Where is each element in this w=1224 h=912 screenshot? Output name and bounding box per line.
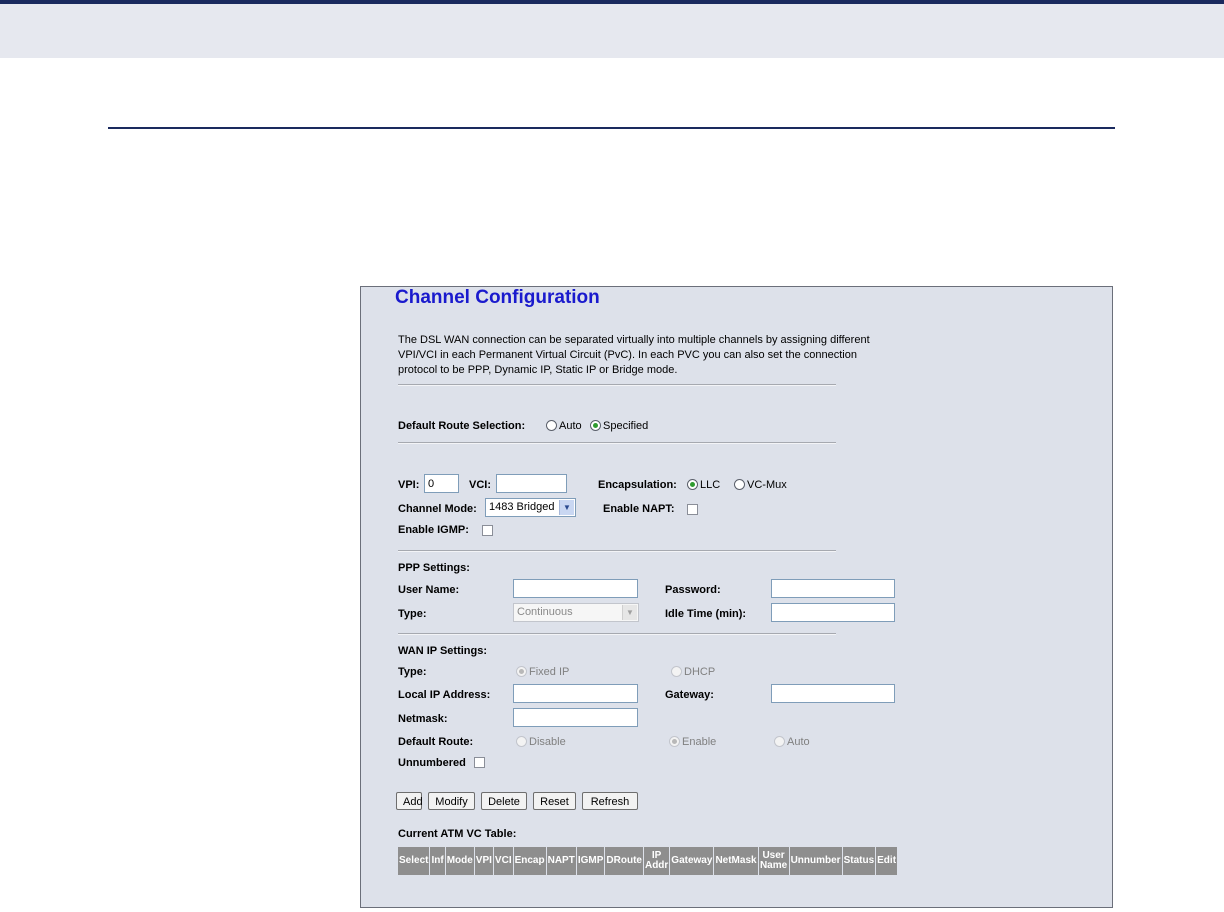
user-name-label: User Name: xyxy=(398,584,460,596)
page-title: Channel Configuration xyxy=(395,287,600,308)
column-header: Inf xyxy=(430,847,445,875)
radio-icon xyxy=(516,736,527,747)
netmask-label: Netmask: xyxy=(398,713,448,725)
default-route-auto-radio[interactable]: Auto xyxy=(774,736,810,748)
enable-igmp-checkbox[interactable] xyxy=(482,525,493,536)
column-header: NetMask xyxy=(714,847,758,875)
radio-checked-icon xyxy=(516,666,527,677)
user-name-input[interactable] xyxy=(513,579,638,598)
column-header: Gateway xyxy=(670,847,714,875)
column-header: VCI xyxy=(493,847,513,875)
encap-vcmux-radio[interactable]: VC-Mux xyxy=(734,479,787,491)
gateway-input[interactable] xyxy=(771,684,895,703)
column-header: Unnumber xyxy=(789,847,842,875)
divider xyxy=(398,550,836,552)
page-divider xyxy=(108,127,1115,129)
enable-napt-label: Enable NAPT: xyxy=(603,503,675,515)
add-button[interactable]: Add xyxy=(396,792,423,810)
ppp-settings-heading: PPP Settings: xyxy=(398,562,470,574)
idle-time-label: Idle Time (min): xyxy=(665,608,747,620)
column-header: NAPT xyxy=(546,847,576,875)
radio-checked-icon xyxy=(687,479,698,490)
wan-type-fixed-ip-radio[interactable]: Fixed IP xyxy=(516,666,569,678)
divider xyxy=(398,633,836,635)
vpi-label: VPI: xyxy=(398,479,420,491)
default-route-auto-radio[interactable]: Auto xyxy=(546,420,582,432)
divider xyxy=(398,442,836,444)
default-route-selection-label: Default Route Selection: xyxy=(398,420,526,432)
vci-input[interactable] xyxy=(496,474,567,493)
reset-button[interactable]: Reset xyxy=(533,792,576,810)
radio-checked-icon xyxy=(590,420,601,431)
unnumbered-label: Unnumbered xyxy=(398,757,466,769)
encapsulation-label: Encapsulation: xyxy=(598,479,677,491)
password-input[interactable] xyxy=(771,579,895,598)
column-header: IP Addr xyxy=(643,847,670,875)
radio-icon xyxy=(774,736,785,747)
column-header: Edit xyxy=(876,847,898,875)
wan-type-dhcp-radio[interactable]: DHCP xyxy=(671,666,715,678)
local-ip-input[interactable] xyxy=(513,684,638,703)
ppp-type-label: Type: xyxy=(398,608,427,620)
column-header: User Name xyxy=(758,847,789,875)
channel-mode-select[interactable]: 1483 Bridged ▼ xyxy=(485,498,576,517)
refresh-button[interactable]: Refresh xyxy=(582,792,638,810)
column-header: DRoute xyxy=(605,847,643,875)
header-band xyxy=(0,4,1224,58)
enable-napt-checkbox[interactable] xyxy=(687,504,698,515)
unnumbered-checkbox[interactable] xyxy=(474,757,485,768)
default-route-specified-radio[interactable]: Specified xyxy=(590,420,648,432)
encap-llc-radio[interactable]: LLC xyxy=(687,479,720,491)
radio-icon xyxy=(546,420,557,431)
password-label: Password: xyxy=(665,584,721,596)
column-header: VPI xyxy=(474,847,493,875)
column-header: Status xyxy=(842,847,876,875)
channel-mode-value: 1483 Bridged xyxy=(489,501,555,513)
local-ip-label: Local IP Address: xyxy=(398,689,491,701)
chevron-down-icon: ▼ xyxy=(622,605,637,620)
radio-icon xyxy=(671,666,682,677)
radio-icon xyxy=(734,479,745,490)
enable-igmp-label: Enable IGMP: xyxy=(398,524,469,536)
modify-button[interactable]: Modify xyxy=(428,792,475,810)
ppp-type-select[interactable]: Continuous ▼ xyxy=(513,603,639,622)
column-header: Mode xyxy=(445,847,474,875)
divider xyxy=(398,384,836,386)
description-text: The DSL WAN connection can be separated … xyxy=(398,334,870,376)
column-header: Select xyxy=(398,847,430,875)
vci-label: VCI: xyxy=(469,479,491,491)
table-header-row: Select Inf Mode VPI VCI Encap NAPT IGMP … xyxy=(398,847,898,875)
column-header: IGMP xyxy=(576,847,605,875)
vpi-input[interactable] xyxy=(424,474,459,493)
radio-checked-icon xyxy=(669,736,680,747)
wan-type-label: Type: xyxy=(398,666,427,678)
netmask-input[interactable] xyxy=(513,708,638,727)
idle-time-input[interactable] xyxy=(771,603,895,622)
chevron-down-icon: ▼ xyxy=(559,500,574,515)
atm-vc-table: Select Inf Mode VPI VCI Encap NAPT IGMP … xyxy=(397,846,898,876)
delete-button[interactable]: Delete xyxy=(481,792,527,810)
default-route-disable-radio[interactable]: Disable xyxy=(516,736,566,748)
default-route-enable-radio[interactable]: Enable xyxy=(669,736,716,748)
column-header: Encap xyxy=(513,847,546,875)
ppp-type-value: Continuous xyxy=(517,606,573,618)
channel-mode-label: Channel Mode: xyxy=(398,503,477,515)
default-route-label: Default Route: xyxy=(398,736,474,748)
vc-table-caption: Current ATM VC Table: xyxy=(398,828,517,840)
channel-config-panel: Channel Configuration The DSL WAN connec… xyxy=(360,286,1113,908)
gateway-label: Gateway: xyxy=(665,689,714,701)
wan-ip-settings-heading: WAN IP Settings: xyxy=(398,645,488,657)
